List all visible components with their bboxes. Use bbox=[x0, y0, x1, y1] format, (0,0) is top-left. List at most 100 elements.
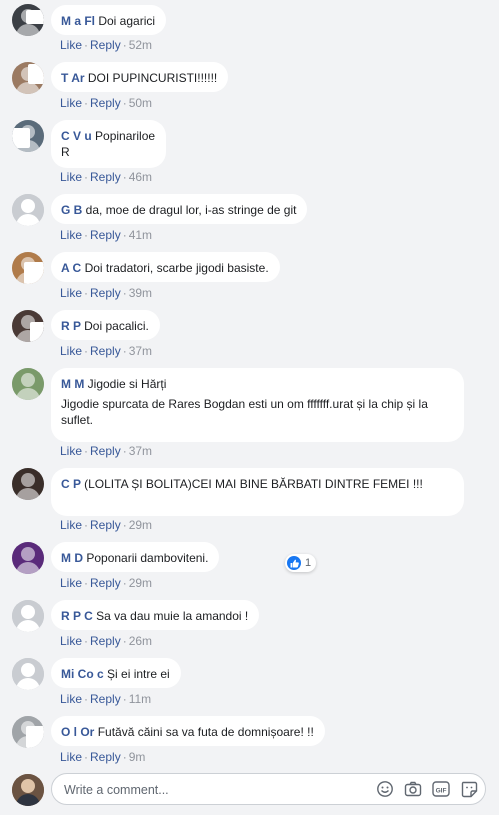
comment-author[interactable]: O l Or bbox=[61, 725, 98, 739]
avatar[interactable] bbox=[12, 310, 44, 342]
avatar[interactable] bbox=[12, 600, 44, 632]
comment-text: Futăvă căini sa va futa de domnișoare! !… bbox=[97, 725, 314, 739]
like-link[interactable]: Like bbox=[60, 96, 82, 110]
comment-author[interactable]: T Ar bbox=[61, 71, 88, 85]
reply-link[interactable]: Reply bbox=[90, 576, 121, 590]
comment-bubble: M a Fl Doi agarici bbox=[51, 5, 167, 35]
avatar[interactable] bbox=[12, 658, 44, 690]
comment-input-box[interactable]: GIF bbox=[51, 773, 486, 805]
like-link[interactable]: Like bbox=[60, 344, 82, 358]
comment-author[interactable]: R P bbox=[61, 319, 84, 333]
comment-bubble: G B da, moe de dragul lor, i-as stringe … bbox=[51, 194, 308, 224]
like-link[interactable]: Like bbox=[60, 634, 82, 648]
reply-link[interactable]: Reply bbox=[90, 692, 121, 706]
comment-text: DOI PUPINCURISTI!!!!!! bbox=[87, 71, 218, 85]
reply-link[interactable]: Reply bbox=[90, 344, 121, 358]
avatar[interactable] bbox=[12, 62, 44, 94]
comment-time[interactable]: 50m bbox=[129, 96, 152, 110]
avatar[interactable] bbox=[12, 468, 44, 500]
emoji-icon[interactable] bbox=[376, 780, 394, 798]
like-link[interactable]: Like bbox=[60, 228, 82, 242]
comment-bubble: A C Doi tradatori, scarbe jigodi basiste… bbox=[51, 252, 280, 282]
current-user-avatar[interactable] bbox=[12, 774, 44, 806]
comment-input[interactable] bbox=[62, 780, 366, 800]
separator: · bbox=[122, 170, 127, 184]
comment-bubble: C P (LOLITA ȘI BOLITA)CEI MAI BINE BĂRBA… bbox=[51, 468, 464, 516]
avatar[interactable] bbox=[12, 542, 44, 574]
comment-time[interactable]: 29m bbox=[129, 576, 152, 590]
comment-actions: Like · Reply · 37m bbox=[60, 444, 152, 458]
reply-link[interactable]: Reply bbox=[90, 286, 121, 300]
comment-time[interactable]: 26m bbox=[129, 634, 152, 648]
comment-text-continued: Jigodie spurcata de Rares Bogdan esti un… bbox=[61, 397, 428, 427]
comment-time[interactable]: 46m bbox=[129, 170, 152, 184]
comment-text: Doi pacalici. bbox=[84, 319, 149, 333]
separator: · bbox=[84, 518, 89, 532]
comment-author[interactable]: A C bbox=[61, 261, 85, 275]
separator: · bbox=[84, 344, 89, 358]
reaction-count[interactable]: 1 bbox=[285, 554, 317, 572]
like-link[interactable]: Like bbox=[60, 286, 82, 300]
comment-author[interactable]: G B bbox=[61, 203, 86, 217]
comment-composer: GIF bbox=[0, 770, 499, 815]
comment-author[interactable]: R P C bbox=[61, 609, 96, 623]
avatar[interactable] bbox=[12, 368, 44, 400]
avatar[interactable] bbox=[12, 194, 44, 226]
comment-time[interactable]: 52m bbox=[129, 38, 152, 52]
like-link[interactable]: Like bbox=[60, 38, 82, 52]
like-link[interactable]: Like bbox=[60, 576, 82, 590]
separator: · bbox=[84, 170, 89, 184]
comment-bubble: O l Or Futăvă căini sa va futa de domniș… bbox=[51, 716, 325, 746]
camera-icon[interactable] bbox=[404, 780, 422, 798]
comment-author[interactable]: M M bbox=[61, 377, 88, 391]
comment-time[interactable]: 37m bbox=[129, 344, 152, 358]
comment-time[interactable]: 39m bbox=[129, 286, 152, 300]
separator: · bbox=[84, 576, 89, 590]
comment-text: Poponarii damboviteni. bbox=[86, 551, 209, 565]
comment-time[interactable]: 37m bbox=[129, 444, 152, 458]
comment-actions: Like · Reply · 11m bbox=[60, 692, 151, 706]
separator: · bbox=[122, 750, 127, 764]
comment-bubble: T Ar DOI PUPINCURISTI!!!!!! bbox=[51, 62, 229, 92]
reply-link[interactable]: Reply bbox=[90, 96, 121, 110]
like-link[interactable]: Like bbox=[60, 518, 82, 532]
comment-author[interactable]: C V u bbox=[61, 129, 92, 143]
like-link[interactable]: Like bbox=[60, 444, 82, 458]
reply-link[interactable]: Reply bbox=[90, 518, 121, 532]
avatar[interactable] bbox=[12, 716, 44, 748]
comment-time[interactable]: 11m bbox=[129, 692, 151, 706]
reply-link[interactable]: Reply bbox=[90, 170, 121, 184]
comment-author[interactable]: C P bbox=[61, 477, 84, 491]
reply-link[interactable]: Reply bbox=[90, 750, 121, 764]
comment-author[interactable]: M a Fl bbox=[61, 14, 98, 28]
comment-text: Jigodie si Hărți bbox=[87, 377, 167, 391]
comment-bubble: M D Poponarii damboviteni. bbox=[51, 542, 220, 572]
comment-author[interactable]: Mi Co c bbox=[61, 667, 104, 681]
comment-time[interactable]: 41m bbox=[129, 228, 152, 242]
sticker-icon[interactable] bbox=[460, 780, 478, 798]
separator: · bbox=[84, 96, 89, 110]
avatar[interactable] bbox=[12, 120, 44, 152]
like-link[interactable]: Like bbox=[60, 692, 82, 706]
reply-link[interactable]: Reply bbox=[90, 38, 121, 52]
comment-time[interactable]: 9m bbox=[129, 750, 146, 764]
reply-link[interactable]: Reply bbox=[90, 444, 121, 458]
like-link[interactable]: Like bbox=[60, 750, 82, 764]
separator: · bbox=[84, 286, 89, 300]
avatar[interactable] bbox=[12, 4, 44, 36]
like-link[interactable]: Like bbox=[60, 170, 82, 184]
reply-link[interactable]: Reply bbox=[90, 228, 121, 242]
comment-author[interactable]: M D bbox=[61, 551, 86, 565]
comment-bubble: C V u Popinariloe R bbox=[51, 120, 167, 168]
comment-bubble: R P Doi pacalici. bbox=[51, 310, 160, 340]
avatar[interactable] bbox=[12, 252, 44, 284]
comment-actions: Like · Reply · 37m bbox=[60, 344, 152, 358]
separator: · bbox=[122, 634, 127, 648]
gif-icon[interactable]: GIF bbox=[432, 780, 450, 798]
comment-text: da, moe de dragul lor, i-as stringe de g… bbox=[85, 203, 297, 217]
comment-actions: Like · Reply · 41m bbox=[60, 228, 152, 242]
comment-bubble: Mi Co c Și ei intre ei bbox=[51, 658, 181, 688]
reply-link[interactable]: Reply bbox=[90, 634, 121, 648]
comment-time[interactable]: 29m bbox=[129, 518, 152, 532]
reaction-number: 1 bbox=[305, 557, 312, 569]
